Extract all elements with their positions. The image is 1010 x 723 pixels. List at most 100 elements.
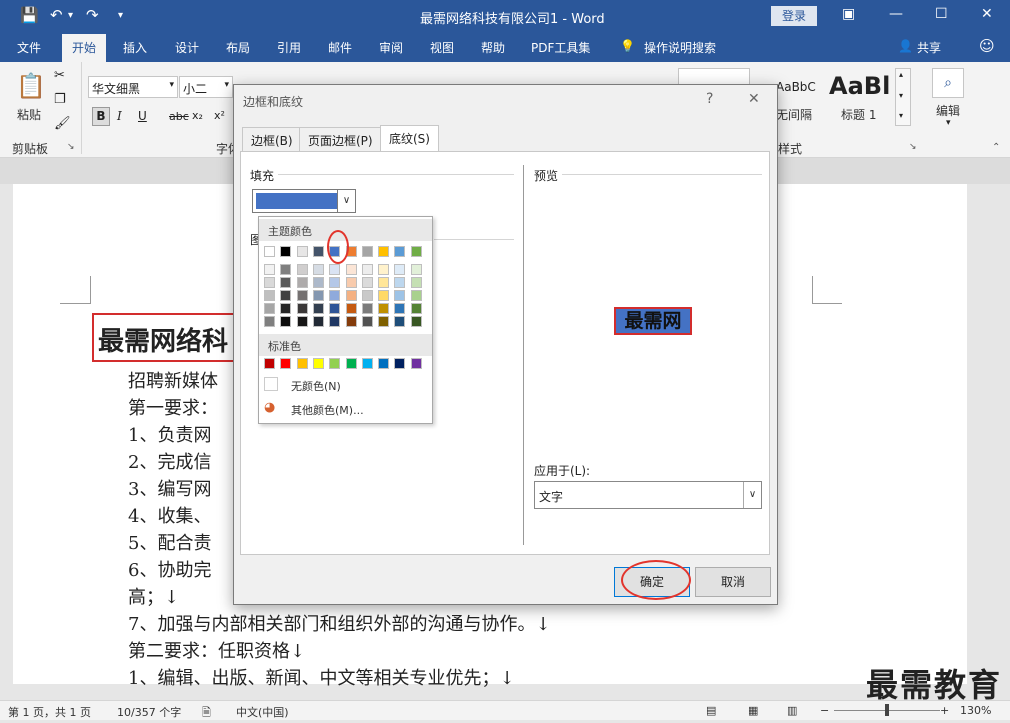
bold-button[interactable]: B bbox=[92, 107, 110, 126]
theme-tint-swatch[interactable] bbox=[329, 290, 341, 301]
theme-tint-swatch[interactable] bbox=[345, 316, 357, 327]
theme-color-swatch[interactable] bbox=[264, 246, 275, 257]
read-mode-icon[interactable]: ▤ bbox=[706, 704, 716, 717]
proofing-icon[interactable]: 🗎 bbox=[202, 704, 211, 723]
style-heading1-preview[interactable]: AaBl bbox=[829, 72, 891, 100]
cancel-button[interactable]: 取消 bbox=[695, 567, 771, 597]
web-layout-icon[interactable]: ▥ bbox=[787, 704, 797, 717]
doc-line[interactable]: 2、完成信 bbox=[128, 448, 211, 474]
theme-color-swatch[interactable] bbox=[394, 246, 406, 257]
superscript-button[interactable]: x² bbox=[214, 109, 225, 122]
format-painter-icon[interactable]: 🖌 bbox=[54, 116, 71, 131]
tab-pdf-tools[interactable]: PDF工具集 bbox=[531, 39, 590, 56]
tab-design[interactable]: 设计 bbox=[175, 39, 199, 56]
theme-tint-swatch[interactable] bbox=[312, 277, 324, 288]
apply-to-select[interactable]: 文字 ∨ bbox=[534, 481, 762, 509]
page-count[interactable]: 第 1 页，共 1 页 bbox=[8, 704, 91, 720]
theme-tint-swatch[interactable] bbox=[378, 316, 390, 327]
tab-review[interactable]: 审阅 bbox=[379, 39, 403, 56]
search-icon[interactable]: ⌕ bbox=[932, 68, 964, 98]
theme-tint-swatch[interactable] bbox=[312, 264, 324, 275]
theme-tint-swatch[interactable] bbox=[264, 303, 275, 314]
collapse-ribbon-icon[interactable]: ⌃ bbox=[992, 142, 1000, 153]
theme-tint-swatch[interactable] bbox=[394, 316, 406, 327]
tab-view[interactable]: 视图 bbox=[430, 39, 454, 56]
style-heading1-label[interactable]: 标题 1 bbox=[841, 106, 876, 123]
tab-file[interactable]: 文件 bbox=[17, 39, 41, 56]
tab-help[interactable]: 帮助 bbox=[481, 39, 505, 56]
standard-color-swatch[interactable] bbox=[378, 358, 390, 369]
chevron-down-icon[interactable]: ▾ bbox=[899, 91, 903, 100]
theme-tint-swatch[interactable] bbox=[378, 290, 390, 301]
standard-color-swatch[interactable] bbox=[296, 358, 308, 369]
cut-icon[interactable]: ✂ bbox=[54, 68, 65, 83]
word-count[interactable]: 10/357 个字 bbox=[117, 704, 181, 720]
theme-tint-swatch[interactable] bbox=[329, 303, 341, 314]
undo-icon[interactable]: ↶ bbox=[50, 6, 63, 24]
doc-line[interactable]: 4、收集、 bbox=[128, 502, 211, 528]
theme-tint-swatch[interactable] bbox=[296, 277, 308, 288]
styles-launcher-icon[interactable]: ↘ bbox=[909, 142, 917, 152]
theme-tint-swatch[interactable] bbox=[345, 277, 357, 288]
theme-tint-swatch[interactable] bbox=[410, 277, 422, 288]
theme-tint-swatch[interactable] bbox=[410, 290, 422, 301]
doc-line[interactable]: 高；↓ bbox=[128, 583, 179, 609]
theme-tint-swatch[interactable] bbox=[361, 264, 373, 275]
theme-tint-swatch[interactable] bbox=[345, 303, 357, 314]
theme-tint-swatch[interactable] bbox=[329, 277, 341, 288]
theme-tint-swatch[interactable] bbox=[361, 316, 373, 327]
theme-tint-swatch[interactable] bbox=[296, 290, 308, 301]
theme-tint-swatch[interactable] bbox=[394, 290, 406, 301]
chevron-up-icon[interactable]: ▴ bbox=[899, 70, 903, 79]
italic-button[interactable]: I bbox=[117, 109, 122, 123]
tab-page-border[interactable]: 页面边框(P) bbox=[299, 127, 382, 151]
tab-home[interactable]: 开始 bbox=[62, 34, 107, 62]
fill-color-dropdown[interactable]: ∨ bbox=[252, 189, 356, 213]
theme-color-swatch[interactable] bbox=[378, 246, 390, 257]
theme-tint-swatch[interactable] bbox=[280, 316, 292, 327]
standard-color-swatch[interactable] bbox=[280, 358, 292, 369]
save-icon[interactable]: 💾 bbox=[20, 6, 39, 24]
theme-tint-swatch[interactable] bbox=[345, 264, 357, 275]
login-button[interactable]: 登录 bbox=[771, 6, 817, 26]
zoom-out-icon[interactable]: − bbox=[820, 704, 829, 717]
document-title[interactable]: 最需网络科 bbox=[92, 313, 240, 362]
theme-tint-swatch[interactable] bbox=[361, 303, 373, 314]
maximize-icon[interactable]: ☐ bbox=[935, 6, 948, 22]
theme-tint-swatch[interactable] bbox=[296, 264, 308, 275]
smiley-icon[interactable]: ☺ bbox=[979, 37, 995, 55]
standard-color-swatch[interactable] bbox=[361, 358, 373, 369]
tab-borders[interactable]: 边框(B) bbox=[242, 127, 302, 151]
theme-tint-swatch[interactable] bbox=[312, 316, 324, 327]
tab-insert[interactable]: 插入 bbox=[123, 39, 147, 56]
theme-tint-swatch[interactable] bbox=[361, 277, 373, 288]
minimize-icon[interactable]: — bbox=[889, 6, 903, 22]
styles-scroll[interactable]: ▴ ▾ ▾ bbox=[895, 68, 911, 126]
editing-button[interactable]: 编辑 bbox=[936, 102, 960, 119]
standard-color-swatch[interactable] bbox=[264, 358, 275, 369]
standard-color-swatch[interactable] bbox=[329, 358, 341, 369]
language-indicator[interactable]: 中文(中国) bbox=[236, 704, 289, 720]
clipboard-launcher-icon[interactable]: ↘ bbox=[67, 142, 75, 152]
font-name-select[interactable]: 华文细黑 ▾ bbox=[88, 76, 178, 98]
standard-color-swatch[interactable] bbox=[345, 358, 357, 369]
no-color-option[interactable]: 无颜色(N) bbox=[291, 378, 341, 394]
theme-tint-swatch[interactable] bbox=[280, 277, 292, 288]
redo-icon[interactable]: ↷ bbox=[86, 6, 99, 24]
theme-tint-swatch[interactable] bbox=[329, 264, 341, 275]
strikethrough-button[interactable]: abc bbox=[169, 110, 189, 123]
font-size-select[interactable]: 小二 ▾ bbox=[179, 76, 233, 98]
doc-line[interactable]: 第二要求：任职资格↓ bbox=[128, 637, 305, 663]
standard-color-swatch[interactable] bbox=[410, 358, 422, 369]
more-styles-icon[interactable]: ▾ bbox=[899, 111, 903, 120]
theme-tint-swatch[interactable] bbox=[280, 290, 292, 301]
theme-tint-swatch[interactable] bbox=[410, 316, 422, 327]
undo-dropdown-icon[interactable]: ▾ bbox=[68, 10, 73, 21]
more-colors-option[interactable]: 其他颜色(M)... bbox=[291, 402, 364, 418]
theme-tint-swatch[interactable] bbox=[345, 290, 357, 301]
chevron-down-icon[interactable]: ∨ bbox=[337, 190, 355, 212]
theme-tint-swatch[interactable] bbox=[312, 303, 324, 314]
theme-tint-swatch[interactable] bbox=[394, 264, 406, 275]
copy-icon[interactable]: ❐ bbox=[54, 92, 66, 107]
tab-references[interactable]: 引用 bbox=[277, 39, 301, 56]
